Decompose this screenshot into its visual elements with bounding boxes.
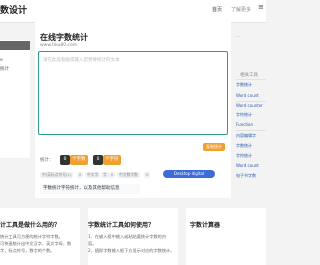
divider	[236, 130, 266, 131]
card-title: 字数统计工具如何使用？	[88, 222, 155, 229]
divider	[236, 79, 266, 80]
help-note: 字数统计字符统计，以及其他帮助信息	[40, 184, 140, 194]
text-input-placeholder: 请在此处粘贴或输入您想要统计的文本	[43, 58, 120, 63]
char-count-unit: 个字符	[103, 155, 121, 165]
right-item-1[interactable]: 字数统计	[236, 82, 252, 88]
chip-cn-digits: 中文数字数	[117, 172, 140, 178]
right-item-2[interactable]: Word count	[236, 93, 259, 98]
right-item-8[interactable]: 字符统计	[236, 153, 252, 159]
sidebar-item-2[interactable]: 统计	[0, 66, 9, 72]
word-count-value: 0	[60, 155, 70, 165]
left-sidebar	[0, 40, 30, 158]
card-line: 可快速统计出中文汉字，英文字母，数	[0, 241, 72, 246]
char-count-value: 0	[93, 155, 103, 165]
card-line: 2、随即字数输入框下方显示对应的字数统计。	[88, 248, 175, 253]
card-line: 容。	[88, 241, 97, 246]
nav-home-link[interactable]: 首页	[212, 6, 222, 13]
stats-label: 统计：	[40, 158, 54, 163]
right-item-4[interactable]: 字符统计	[236, 112, 252, 118]
page-title: 在线字数统计	[40, 33, 88, 42]
chip-punct: 中/英标点符号(1)	[40, 172, 74, 178]
chip-num-1: 0	[77, 172, 84, 178]
copy-button[interactable]: 复制统计	[203, 143, 225, 151]
nav-more-link[interactable]: 了解更多	[231, 6, 251, 13]
card-line: 统计工具可方便的统计字符字数。	[0, 234, 63, 239]
info-card-purpose: 计工具是做什么用的？ 统计工具可方便的统计字符字数。 可快速统计出中文汉字，英文…	[0, 208, 80, 265]
chip-num-2: 0	[109, 172, 116, 178]
info-card-howto: 字数统计工具如何使用？ 1、在输入框中输入或粘贴要统计字数的内 容。 2、随即字…	[88, 208, 178, 265]
card-line: 1、在输入框中输入或粘贴要统计字数的内	[88, 234, 167, 239]
right-item-10[interactable]: 电子书字数	[236, 173, 256, 179]
info-card-calculator: 字数计算器	[186, 208, 266, 265]
sidebar-item-1[interactable]: e	[0, 58, 3, 63]
chip-char: 字	[101, 172, 109, 178]
text-input-area[interactable]: 请在此处粘贴或输入您想要统计的文本	[38, 51, 228, 135]
right-item-5[interactable]: Function	[236, 122, 253, 127]
sidebar-item-active[interactable]	[0, 41, 30, 50]
chip-chinese: 中文字	[85, 172, 101, 178]
site-url: www.tiku80.com	[40, 43, 78, 48]
card-title: 字数计算器	[190, 222, 221, 229]
card-title: 计工具是做什么用的？	[0, 222, 61, 229]
right-item-6[interactable]: 内容编辑字	[236, 133, 256, 139]
desktop-digital-conversion-button[interactable]: Desktop digital conversion	[163, 170, 215, 184]
word-count-unit: 个字数	[70, 155, 88, 165]
right-sidebar: ··· 相关工具 字数统计 Word count Word counter 字符…	[236, 22, 266, 198]
right-item-7[interactable]: 字数统计	[236, 143, 252, 149]
sidebar-hint: ···	[236, 34, 240, 39]
chip-num-3: 0	[144, 172, 151, 178]
menu-icon[interactable]: ≡	[258, 3, 264, 11]
card-line: 字，标点符号，数字的个数。	[0, 248, 55, 253]
top-header: 数设计 首页 了解更多 ≡	[0, 0, 266, 23]
right-item-3[interactable]: Word counter	[236, 103, 263, 108]
brand-logo[interactable]: 数设计	[0, 3, 27, 16]
right-sidebar-heading: 相关工具	[240, 73, 258, 78]
divider	[236, 101, 266, 102]
right-item-9[interactable]: Word count	[236, 163, 259, 168]
